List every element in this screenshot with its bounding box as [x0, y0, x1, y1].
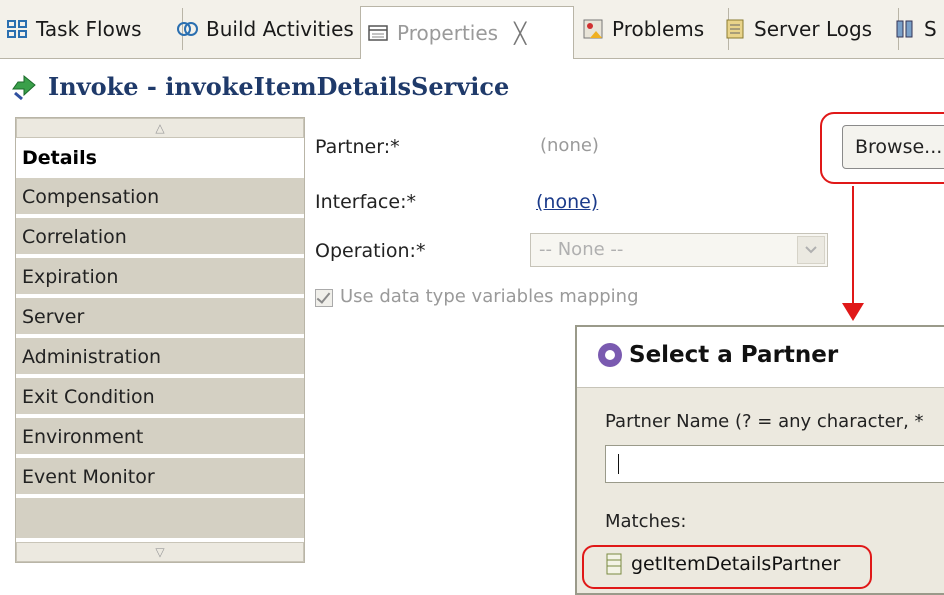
partner-value: (none)	[540, 135, 599, 156]
section-tab-label: Compensation	[22, 186, 160, 208]
server-logs-icon	[726, 19, 744, 39]
section-tab-exit-condition[interactable]: Exit Condition	[16, 378, 304, 416]
chevron-up-icon: △	[155, 121, 165, 135]
operation-select-value: -- None --	[539, 239, 624, 260]
section-tab-expiration[interactable]: Expiration	[16, 258, 304, 296]
tab-servers[interactable]: S	[888, 8, 944, 50]
browse-highlight-annotation	[820, 112, 944, 184]
section-tab-details[interactable]: Details	[16, 138, 304, 178]
section-tab-administration[interactable]: Administration	[16, 338, 304, 376]
section-tab-label: Event Monitor	[22, 466, 155, 488]
partner-name-input[interactable]	[605, 445, 944, 483]
text-caret	[618, 454, 619, 474]
section-tab-server[interactable]: Server	[16, 298, 304, 336]
task-flows-icon	[7, 20, 27, 38]
section-tab-label: Administration	[22, 346, 162, 368]
page-title-text: Invoke - invokeItemDetailsService	[48, 72, 510, 101]
mapping-checkbox-label: Use data type variables mapping	[340, 286, 639, 307]
match-highlight-annotation	[582, 545, 872, 589]
tab-build-activities-label: Build Activities	[206, 17, 354, 41]
section-tab-event-monitor[interactable]: Event Monitor	[16, 458, 304, 496]
operation-label: Operation:*	[315, 240, 426, 262]
tab-server-logs-label: Server Logs	[754, 17, 873, 41]
tab-task-flows-label: Task Flows	[36, 17, 142, 41]
properties-icon	[368, 25, 388, 41]
section-tab-compensation[interactable]: Compensation	[16, 178, 304, 216]
dialog-title: Select a Partner	[629, 342, 839, 368]
section-tab-filler	[16, 498, 304, 538]
partner-label: Partner:*	[315, 136, 400, 158]
tab-build-activities[interactable]: Build Activities	[170, 8, 371, 50]
tab-properties-label: Properties	[397, 21, 499, 45]
section-tab-label: Expiration	[22, 266, 119, 288]
dropdown-button[interactable]	[797, 236, 825, 264]
section-tab-label: Details	[22, 147, 97, 169]
tab-problems[interactable]: Problems	[576, 8, 729, 50]
section-tab-label: Server	[22, 306, 85, 328]
chevron-down-icon	[805, 246, 817, 254]
interface-link[interactable]: (none)	[536, 191, 598, 213]
section-tab-label: Environment	[22, 426, 144, 448]
annotation-arrow-line	[852, 186, 854, 310]
section-tab-correlation[interactable]: Correlation	[16, 218, 304, 256]
problems-icon	[583, 19, 603, 39]
server-icon	[896, 20, 913, 38]
tab-servers-label: S	[924, 17, 937, 41]
tab-close-icon[interactable]: ╳	[514, 21, 526, 45]
section-tab-environment[interactable]: Environment	[16, 418, 304, 456]
scroll-down-button[interactable]: ▽	[16, 542, 304, 562]
arrow-down-icon	[842, 303, 864, 321]
tab-problems-label: Problems	[612, 17, 705, 41]
section-tab-label: Correlation	[22, 226, 127, 248]
tab-server-logs[interactable]: Server Logs	[718, 8, 899, 50]
dialog-title-bar: Select a Partner	[577, 327, 944, 388]
partner-name-label: Partner Name (? = any character, *	[605, 411, 924, 432]
view-tab-bar: Task Flows Build Activities Properties ╳…	[0, 0, 944, 59]
matches-label: Matches:	[605, 511, 687, 532]
invoke-icon	[12, 74, 36, 100]
tab-task-flows[interactable]: Task Flows	[0, 8, 183, 50]
properties-section-tabs: △ Details Compensation Correlation Expir…	[15, 117, 305, 563]
dialog-partner-icon	[598, 343, 622, 367]
interface-label: Interface:*	[315, 191, 416, 213]
mapping-checkbox[interactable]	[315, 289, 333, 307]
operation-select[interactable]: -- None --	[530, 233, 828, 267]
tab-properties[interactable]: Properties ╳	[360, 6, 574, 59]
scroll-up-button[interactable]: △	[16, 118, 304, 138]
section-tab-label: Exit Condition	[22, 386, 155, 408]
build-activities-icon	[177, 22, 198, 36]
chevron-down-icon: ▽	[155, 545, 165, 559]
page-title: Invoke - invokeItemDetailsService	[10, 72, 509, 101]
